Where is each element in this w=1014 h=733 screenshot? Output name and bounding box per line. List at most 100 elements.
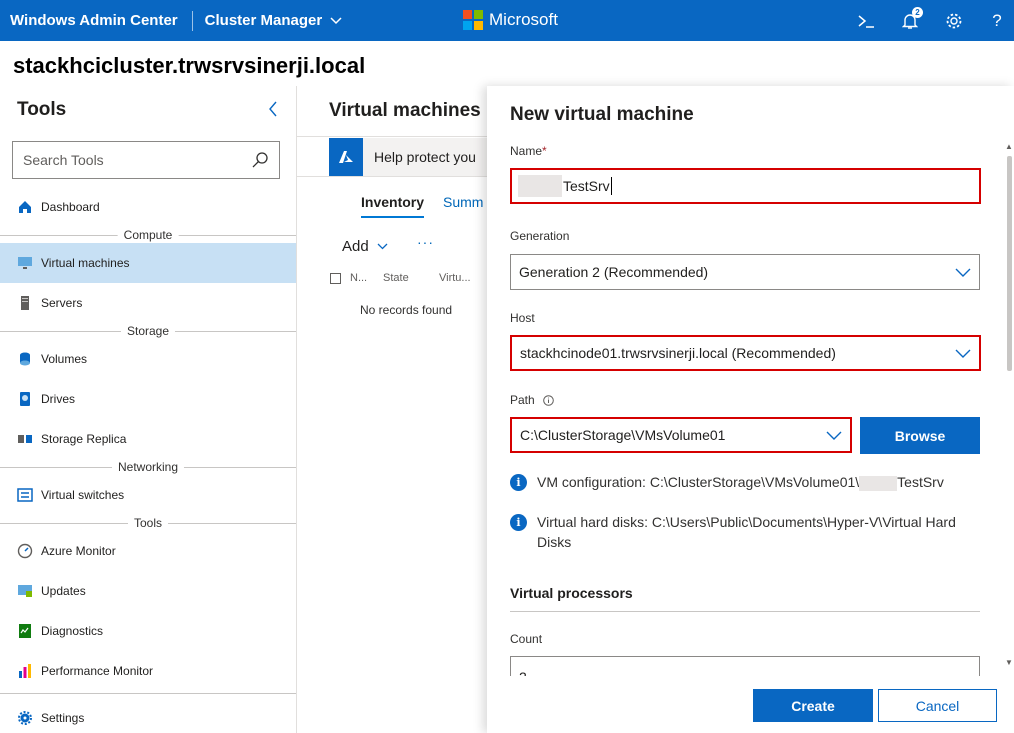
nav-label: Updates xyxy=(41,584,86,598)
notifications-icon[interactable]: 2 xyxy=(899,7,923,32)
browse-button[interactable]: Browse xyxy=(860,417,980,454)
divider xyxy=(297,176,497,177)
text-caret xyxy=(610,177,612,195)
count-input[interactable]: 2 xyxy=(510,656,980,676)
scrollbar-thumb[interactable] xyxy=(1007,156,1012,371)
collapse-icon[interactable] xyxy=(268,101,278,117)
group-label: Tools xyxy=(127,516,169,530)
gear-icon[interactable] xyxy=(943,10,965,32)
generation-label: Generation xyxy=(510,229,570,243)
nav-drives[interactable]: Drives xyxy=(0,379,296,419)
vm-config-info: i VM configuration: C:\ClusterStorage\VM… xyxy=(510,472,990,492)
nav-label: Virtual machines xyxy=(41,256,130,270)
azure-icon xyxy=(329,138,363,176)
tools-pane: Tools Search Tools Dashboard Compute Vir… xyxy=(0,86,297,733)
cancel-button[interactable]: Cancel xyxy=(878,689,997,722)
app-title[interactable]: Windows Admin Center xyxy=(0,12,178,29)
search-icon[interactable] xyxy=(251,151,269,169)
vhd-info: i Virtual hard disks: C:\Users\Public\Do… xyxy=(510,512,980,552)
divider xyxy=(191,10,193,31)
column-header-virtual[interactable]: Virtu... xyxy=(439,272,471,284)
nav-label: Settings xyxy=(41,711,85,725)
nav-dashboard[interactable]: Dashboard xyxy=(0,187,296,227)
nav-label: Dashboard xyxy=(41,200,100,214)
nav-storage-replica[interactable]: Storage Replica xyxy=(0,419,296,459)
group-label: Networking xyxy=(111,460,185,474)
vhd-text: Virtual hard disks: C:\Users\Public\Docu… xyxy=(537,514,956,550)
nav-label: Storage Replica xyxy=(41,432,127,446)
group-storage: Storage xyxy=(0,324,296,338)
drive-icon xyxy=(17,391,33,407)
home-icon xyxy=(17,199,33,215)
vm-list-area: Virtual machines Help protect you Invent… xyxy=(297,86,499,733)
context-label: Cluster Manager xyxy=(204,12,323,29)
scroll-down-icon[interactable]: ▼ xyxy=(1005,658,1013,667)
column-header-name[interactable]: N... xyxy=(350,272,367,284)
info-icon: i xyxy=(510,474,527,491)
search-placeholder: Search Tools xyxy=(23,152,104,168)
generation-dropdown[interactable]: Generation 2 (Recommended) xyxy=(510,254,980,290)
nav-label: Diagnostics xyxy=(41,624,104,638)
nav-volumes[interactable]: Volumes xyxy=(0,339,296,379)
divider xyxy=(0,693,296,694)
tab-summary[interactable]: Summ xyxy=(443,194,483,210)
vm-config-text: VM configuration: C:\ClusterStorage\VMsV… xyxy=(537,474,944,491)
more-actions-icon[interactable]: ··· xyxy=(417,234,434,250)
nav-label: Performance Monitor xyxy=(41,664,154,678)
chart-icon xyxy=(17,663,33,679)
nav-virtual-switches[interactable]: Virtual switches xyxy=(0,475,296,515)
divider xyxy=(297,136,497,137)
nav-servers[interactable]: Servers xyxy=(0,283,296,323)
create-button[interactable]: Create xyxy=(753,689,873,722)
nav-settings[interactable]: Settings xyxy=(0,698,296,733)
panel-scrollbar[interactable]: ▲ ▼ xyxy=(1004,140,1014,670)
brand-name: Microsoft xyxy=(489,10,558,29)
tools-heading: Tools xyxy=(17,99,67,120)
tab-inventory[interactable]: Inventory xyxy=(361,194,425,218)
path-dropdown[interactable]: C:\ClusterStorage\VMsVolume01 xyxy=(510,417,852,453)
updates-icon xyxy=(17,583,33,599)
host-label: Host xyxy=(510,311,535,325)
panel-title: New virtual machine xyxy=(510,104,694,125)
nav-diagnostics[interactable]: Diagnostics xyxy=(0,611,296,651)
server-icon xyxy=(17,295,33,311)
nav-azure-monitor[interactable]: Azure Monitor xyxy=(0,531,296,571)
banner-text: Help protect you xyxy=(374,149,476,165)
divider xyxy=(510,611,980,612)
scroll-up-icon[interactable]: ▲ xyxy=(1005,142,1013,151)
name-label: Name* xyxy=(510,144,547,158)
group-compute: Compute xyxy=(0,228,296,242)
monitor-icon xyxy=(17,255,33,271)
nav-virtual-machines[interactable]: Virtual machines xyxy=(0,243,296,283)
top-bar: Windows Admin Center Cluster Manager Mic… xyxy=(0,0,1014,41)
select-all-checkbox[interactable] xyxy=(330,273,341,284)
redacted-prefix xyxy=(518,175,562,197)
host-dropdown[interactable]: stackhcinode01.trwsrvsinerji.local (Reco… xyxy=(510,335,981,371)
nav-label: Azure Monitor xyxy=(41,544,116,558)
microsoft-logo: Microsoft xyxy=(463,10,558,30)
chevron-down-icon xyxy=(377,243,388,250)
nav-label: Drives xyxy=(41,392,76,406)
context-switcher[interactable]: Cluster Manager xyxy=(205,12,343,29)
host-value: stackhcinode01.trwsrvsinerji.local (Reco… xyxy=(520,345,836,361)
count-label: Count xyxy=(510,632,543,646)
cluster-title: stackhcicluster.trwsrvsinerji.local xyxy=(13,53,366,78)
microsoft-logo-icon xyxy=(463,10,483,30)
azure-banner[interactable]: Help protect you xyxy=(329,138,499,176)
nav-performance-monitor[interactable]: Performance Monitor xyxy=(0,651,296,691)
required-mark: * xyxy=(542,144,547,158)
count-value: 2 xyxy=(519,669,527,676)
name-input[interactable]: TestSrv xyxy=(510,168,981,204)
add-button[interactable]: Add xyxy=(342,238,388,255)
section-virtual-processors: Virtual processors xyxy=(510,585,633,601)
page-title: Virtual machines xyxy=(329,100,481,121)
nav-updates[interactable]: Updates xyxy=(0,571,296,611)
empty-message: No records found xyxy=(360,303,453,317)
nav-label: Servers xyxy=(41,296,83,310)
powershell-icon[interactable] xyxy=(855,10,877,32)
help-icon[interactable]: ? xyxy=(986,10,1008,32)
chevron-down-icon xyxy=(826,431,842,440)
info-icon[interactable] xyxy=(542,394,554,406)
column-header-state[interactable]: State xyxy=(383,272,409,284)
search-tools-input[interactable]: Search Tools xyxy=(12,141,280,179)
